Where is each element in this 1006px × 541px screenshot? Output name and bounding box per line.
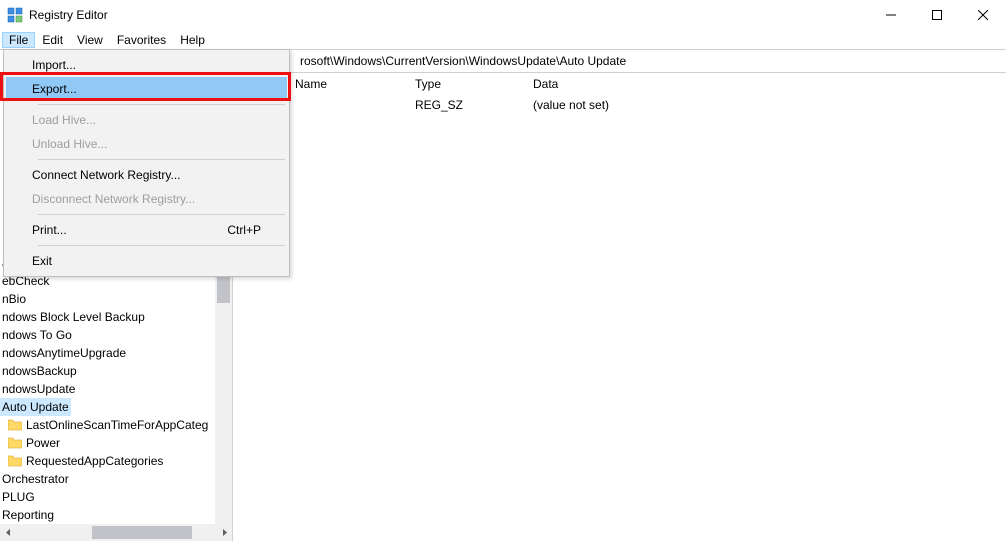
tree-row[interactable]: ndows Block Level Backup [0,308,232,326]
folder-icon [8,419,22,431]
tree-row[interactable]: Auto Update [0,398,71,416]
menu-item-import[interactable]: Import... [6,53,287,77]
tree-row[interactable]: ndowsAnytimeUpgrade [0,344,232,362]
tree-label: ndowsUpdate [2,382,75,397]
menu-help[interactable]: Help [173,32,212,48]
menu-view[interactable]: View [70,32,110,48]
menu-bar: File Edit View Favorites Help [0,30,1006,49]
tree-row[interactable]: ndows To Go [0,326,232,344]
menu-file[interactable]: File [2,32,35,48]
menu-item-connect[interactable]: Connect Network Registry... [6,163,287,187]
col-header-name[interactable]: Name [295,77,415,91]
folder-icon [8,437,22,449]
menu-item-print[interactable]: Print... Ctrl+P [6,218,287,242]
regedit-icon [7,7,23,23]
tree-row[interactable]: ndowsBackup [0,362,232,380]
list-header: Name Type Data [233,73,1006,95]
menu-separator [38,214,285,215]
col-header-data[interactable]: Data [533,77,1006,91]
window-title: Registry Editor [29,8,108,22]
scroll-right-arrow[interactable] [216,524,233,541]
tree-label: ndowsAnytimeUpgrade [2,346,126,361]
menu-item-exit[interactable]: Exit [6,249,287,273]
tree-label: RequestedAppCategories [26,454,163,469]
tree-label: PLUG [2,490,35,505]
tree-label: ndows To Go [2,328,72,343]
menu-separator [38,245,285,246]
tree-row[interactable]: LastOnlineScanTimeForAppCateg [0,416,232,434]
tree-row[interactable]: Orchestrator [0,470,232,488]
col-header-type[interactable]: Type [415,77,533,91]
minimize-button[interactable] [868,0,914,30]
tree-row[interactable]: Reporting [0,506,232,524]
tree-row[interactable]: PLUG [0,488,232,506]
scrollbar-track[interactable] [17,524,216,541]
close-button[interactable] [960,0,1006,30]
file-menu-dropdown: Import... Export... Load Hive... Unload … [3,49,290,277]
scroll-left-arrow[interactable] [0,524,17,541]
tree-label: ndowsBackup [2,364,77,379]
tree-label: Reporting [2,508,54,523]
tree-label: Auto Update [2,400,69,415]
tree-row[interactable]: ndowsUpdate [0,380,232,398]
tree-label: Power [26,436,60,451]
tree-horizontal-scrollbar[interactable] [0,524,233,541]
list-panel: Name Type Data REG_SZ (value not set) [233,73,1006,541]
tree-label: ndows Block Level Backup [2,310,145,325]
menu-separator [38,159,285,160]
menu-edit[interactable]: Edit [35,32,70,48]
tree-label: LastOnlineScanTimeForAppCateg [26,418,208,433]
cell-type: REG_SZ [415,98,533,112]
window-controls [868,0,1006,30]
tree-label: nBio [2,292,26,307]
tree-row[interactable]: RequestedAppCategories [0,452,232,470]
menu-item-export[interactable]: Export... [6,77,287,101]
menu-item-load-hive: Load Hive... [6,108,287,132]
tree-label: Orchestrator [2,472,69,487]
tree-row[interactable]: nBio [0,290,232,308]
maximize-button[interactable] [914,0,960,30]
menu-item-unload-hive: Unload Hive... [6,132,287,156]
cell-data: (value not set) [533,98,1006,112]
list-row[interactable]: REG_SZ (value not set) [233,95,1006,115]
menu-separator [38,104,285,105]
scrollbar-thumb[interactable] [92,526,192,539]
menu-item-disconnect: Disconnect Network Registry... [6,187,287,211]
title-bar: Registry Editor [0,0,1006,30]
folder-icon [8,455,22,467]
shortcut-label: Ctrl+P [227,223,261,237]
menu-favorites[interactable]: Favorites [110,32,173,48]
address-text: rosoft\Windows\CurrentVersion\WindowsUpd… [300,54,626,68]
tree-row[interactable]: Power [0,434,232,452]
